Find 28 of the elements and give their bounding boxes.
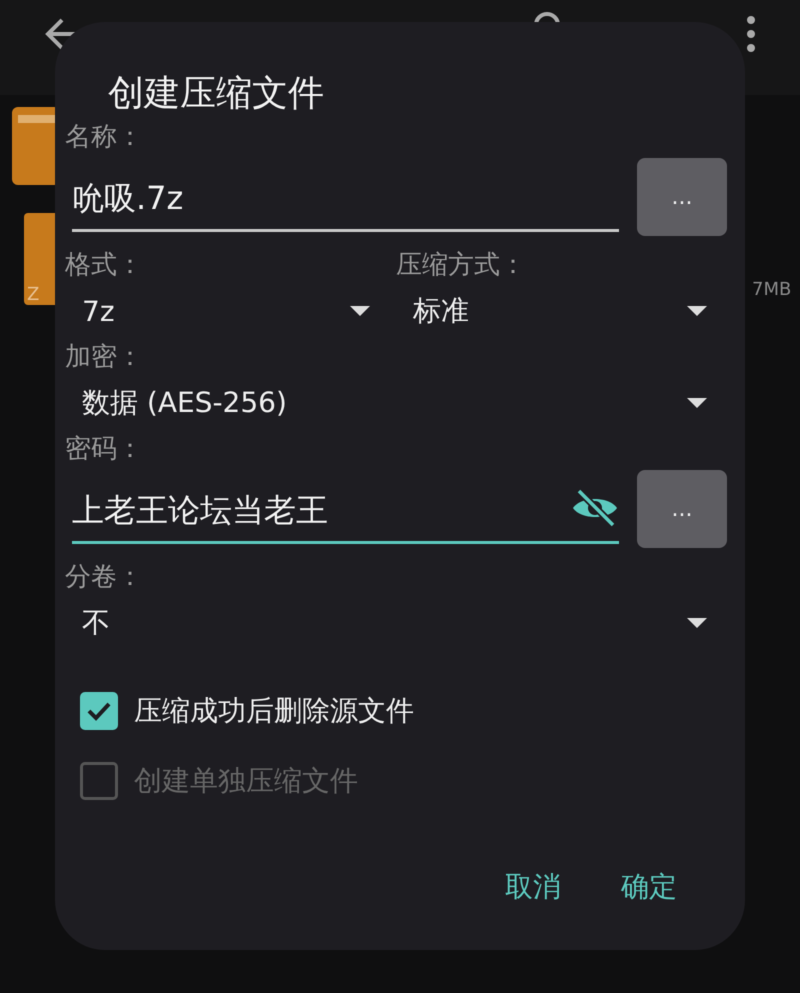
dropdown-arrow-icon xyxy=(350,306,370,316)
file-size: 7MB xyxy=(752,279,792,300)
field-label: 密码： xyxy=(65,433,144,466)
browse-button[interactable]: ... xyxy=(637,158,727,236)
split-dropdown[interactable]: 不 xyxy=(65,598,727,648)
browse-button[interactable]: ... xyxy=(637,470,727,548)
encryption-dropdown[interactable]: 数据 (AES-256) xyxy=(65,378,727,428)
more-icon[interactable] xyxy=(746,14,756,54)
field-label: 格式： xyxy=(65,249,144,282)
dropdown-arrow-icon xyxy=(687,618,707,628)
checkbox[interactable] xyxy=(80,692,118,730)
field-label: 名称： xyxy=(65,121,144,154)
dropdown-arrow-icon xyxy=(687,398,707,408)
dropdown-arrow-icon xyxy=(687,306,707,316)
format-dropdown[interactable]: 7z xyxy=(65,286,396,336)
field-label: 加密： xyxy=(65,341,144,374)
field-label: 分卷： xyxy=(65,561,144,594)
dialog-title: 创建压缩文件 xyxy=(108,72,325,116)
dialog-button[interactable]: 确定 xyxy=(611,860,687,914)
checkbox-label: 创建单独压缩文件 xyxy=(134,763,358,799)
checkbox-label: 压缩成功后删除源文件 xyxy=(134,693,414,729)
method-dropdown[interactable]: 标准 xyxy=(396,286,727,336)
dialog-button[interactable]: 取消 xyxy=(495,860,571,914)
field-label: 压缩方式： xyxy=(396,249,527,282)
eye-slash-icon[interactable] xyxy=(571,488,619,528)
name-field[interactable]: 吮吸.7z xyxy=(72,162,619,232)
checkmark-icon xyxy=(86,700,112,722)
password-field[interactable]: 上老王论坛当老王 xyxy=(72,474,619,544)
